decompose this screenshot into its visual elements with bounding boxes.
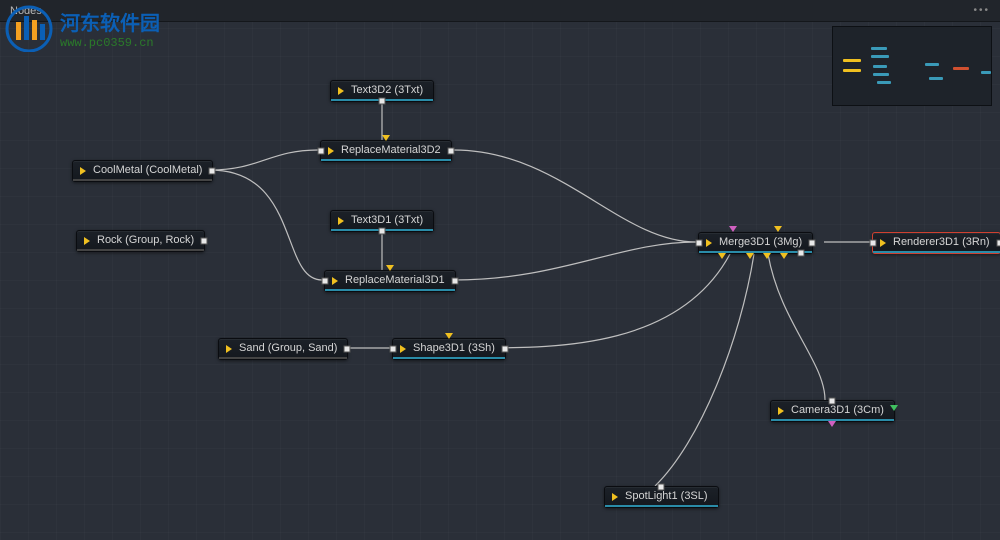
watermark-text-cn: 河东软件园 bbox=[60, 7, 160, 36]
node-coolmetal[interactable]: CoolMetal (CoolMetal) bbox=[72, 160, 213, 182]
node-sand[interactable]: Sand (Group, Sand) bbox=[218, 338, 348, 360]
node-label: Text3D2 (3Txt) bbox=[351, 84, 423, 96]
node-camera3d1[interactable]: Camera3D1 (3Cm) bbox=[770, 400, 895, 422]
node-label: Renderer3D1 (3Rn) bbox=[893, 236, 990, 248]
node-replacematerial3d2[interactable]: ReplaceMaterial3D2 bbox=[320, 140, 452, 162]
node-rock[interactable]: Rock (Group, Rock) bbox=[76, 230, 205, 252]
watermark: 河东软件园 www.pc0359.cn bbox=[0, 0, 164, 56]
node-label: Rock (Group, Rock) bbox=[97, 234, 194, 246]
node-replacematerial3d1[interactable]: ReplaceMaterial3D1 bbox=[324, 270, 456, 292]
node-spotlight1[interactable]: SpotLight1 (3SL) bbox=[604, 486, 719, 508]
node-shape3d1[interactable]: Shape3D1 (3Sh) bbox=[392, 338, 506, 360]
node-label: CoolMetal (CoolMetal) bbox=[93, 164, 202, 176]
watermark-url: www.pc0359.cn bbox=[60, 36, 160, 50]
node-label: Shape3D1 (3Sh) bbox=[413, 342, 495, 354]
node-text3d2[interactable]: Text3D2 (3Txt) bbox=[330, 80, 434, 102]
watermark-logo-icon bbox=[4, 4, 54, 52]
navigator-minimap[interactable] bbox=[832, 26, 992, 106]
node-label: ReplaceMaterial3D2 bbox=[341, 144, 441, 156]
node-label: Merge3D1 (3Mg) bbox=[719, 236, 802, 248]
node-renderer3d1[interactable]: Renderer3D1 (3Rn) bbox=[872, 232, 1000, 254]
panel-menu-button[interactable]: ••• bbox=[973, 5, 990, 16]
node-label: Text3D1 (3Txt) bbox=[351, 214, 423, 226]
node-label: ReplaceMaterial3D1 bbox=[345, 274, 445, 286]
node-label: SpotLight1 (3SL) bbox=[625, 490, 708, 502]
node-label: Camera3D1 (3Cm) bbox=[791, 404, 884, 416]
node-text3d1[interactable]: Text3D1 (3Txt) bbox=[330, 210, 434, 232]
node-label: Sand (Group, Sand) bbox=[239, 342, 337, 354]
node-merge3d1[interactable]: Merge3D1 (3Mg) bbox=[698, 232, 813, 254]
